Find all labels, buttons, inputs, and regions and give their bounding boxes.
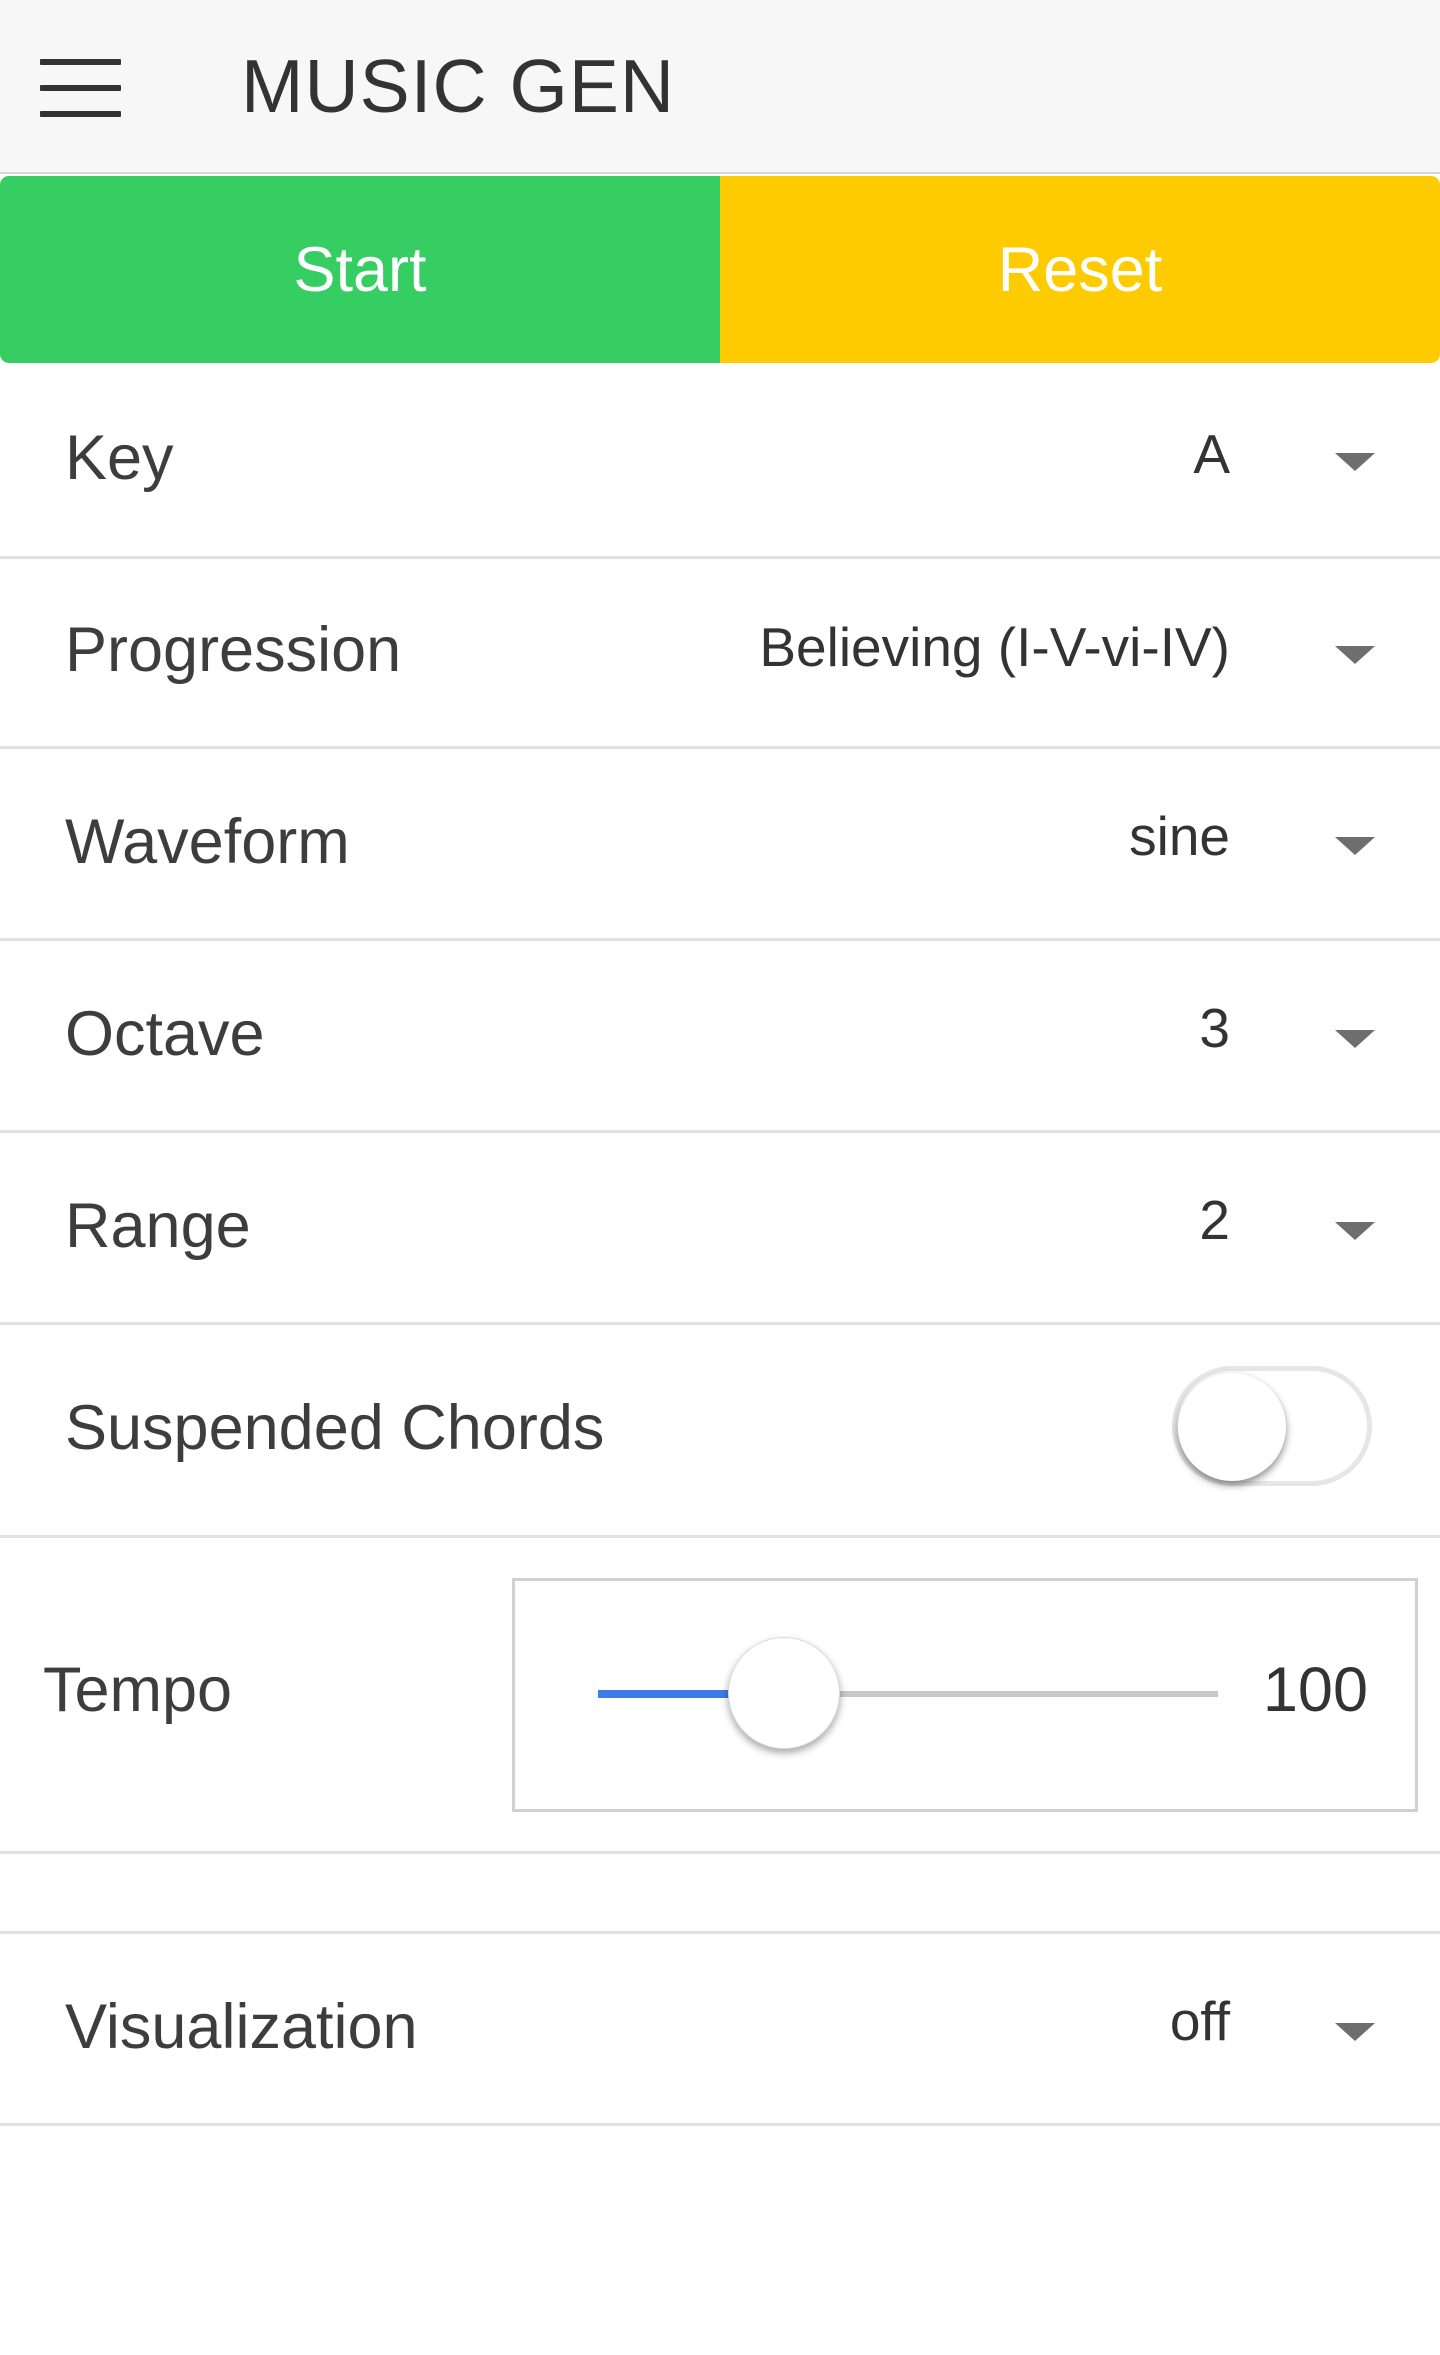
visualization-select-row[interactable]: Visualization off (0, 1934, 1440, 2126)
waveform-select-row[interactable]: Waveform sine (0, 749, 1440, 941)
key-label: Key (65, 423, 174, 493)
tempo-slider-thumb[interactable] (728, 1637, 840, 1749)
tempo-label: Tempo (43, 1655, 233, 1725)
hamburger-menu-icon[interactable] (40, 59, 121, 117)
key-value[interactable]: A (1193, 422, 1230, 486)
suspended-chords-label: Suspended Chords (65, 1393, 605, 1463)
start-button[interactable]: Start (0, 176, 720, 363)
waveform-label: Waveform (65, 807, 350, 877)
octave-select-row[interactable]: Octave 3 (0, 941, 1440, 1133)
tempo-value: 100 (1262, 1655, 1368, 1725)
range-label: Range (65, 1191, 251, 1261)
toggle-knob[interactable] (1178, 1373, 1286, 1481)
visualization-value[interactable]: off (1170, 1989, 1230, 2053)
chevron-down-icon[interactable] (1335, 837, 1375, 855)
chevron-down-icon[interactable] (1335, 2023, 1375, 2041)
app-header: MUSIC GEN (0, 0, 1440, 174)
progression-label: Progression (65, 615, 402, 685)
key-select-row[interactable]: Key A (0, 365, 1440, 559)
reset-button[interactable]: Reset (720, 176, 1440, 363)
waveform-value[interactable]: sine (1129, 804, 1230, 868)
spacer-row (0, 1854, 1440, 1934)
chevron-down-icon[interactable] (1335, 1222, 1375, 1240)
chevron-down-icon[interactable] (1335, 646, 1375, 664)
progression-value[interactable]: Believing (I-V-vi-IV) (759, 615, 1230, 679)
octave-label: Octave (65, 999, 265, 1069)
app-title: MUSIC GEN (241, 44, 676, 128)
range-value[interactable]: 2 (1199, 1188, 1230, 1252)
octave-value[interactable]: 3 (1199, 996, 1230, 1060)
progression-select-row[interactable]: Progression Believing (I-V-vi-IV) (0, 559, 1440, 749)
chevron-down-icon[interactable] (1335, 453, 1375, 471)
range-select-row[interactable]: Range 2 (0, 1133, 1440, 1325)
chevron-down-icon[interactable] (1335, 1030, 1375, 1048)
visualization-label: Visualization (65, 1992, 418, 2062)
